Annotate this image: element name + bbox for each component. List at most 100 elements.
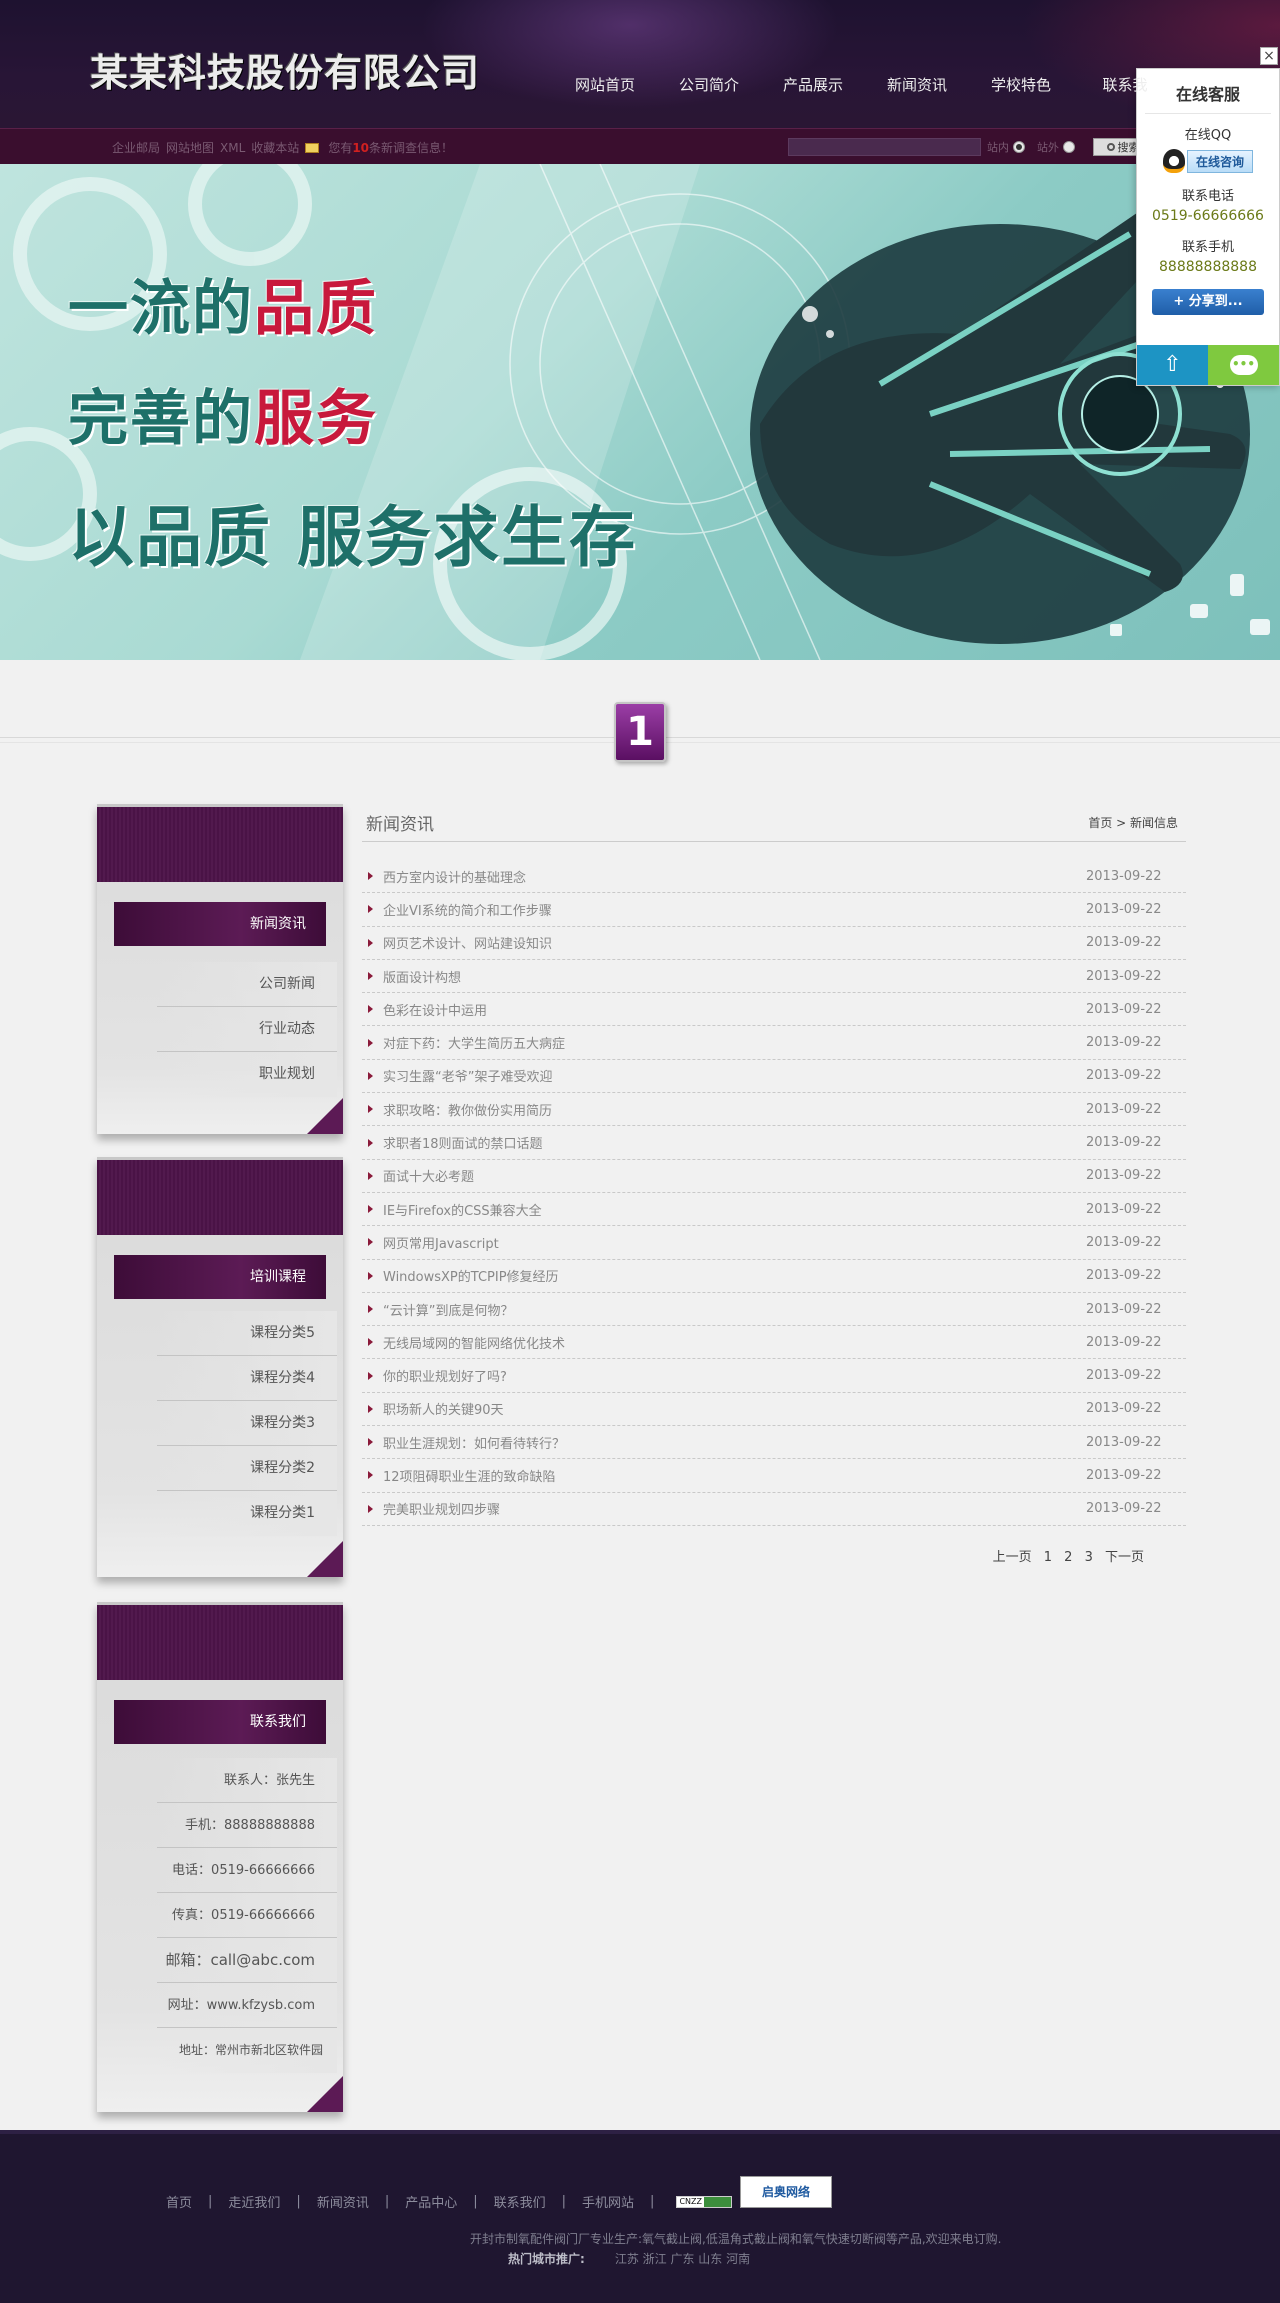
news-row[interactable]: 色彩在设计中运用 2013-09-22 [362, 993, 1186, 1027]
search-input[interactable] [788, 138, 981, 156]
pager-next[interactable]: 下一页 [1105, 1550, 1144, 1565]
news-row[interactable]: 完美职业规划四步骤 2013-09-22 [362, 1493, 1186, 1526]
news-row[interactable]: 版面设计构想 2013-09-22 [362, 960, 1186, 994]
sidebar-item-course-4[interactable]: 课程分类4 [157, 1356, 337, 1401]
hero-banner: 一流的品质 完善的服务 以品质 服务求生存 [0, 164, 1280, 660]
chat-bubble-icon[interactable]: ••• [1208, 345, 1279, 385]
news-row[interactable]: 职场新人的关键90天 2013-09-22 [362, 1393, 1186, 1427]
news-title[interactable]: 企业VI系统的简介和工作步骤 [383, 900, 1086, 919]
news-title[interactable]: 色彩在设计中运用 [383, 1000, 1086, 1019]
news-row[interactable]: 面试十大必考题 2013-09-22 [362, 1160, 1186, 1193]
sidebar-item-course-3[interactable]: 课程分类3 [157, 1401, 337, 1446]
phone-label: 联系电话 [1181, 189, 1234, 204]
news-title[interactable]: 对症下药：大学生简历五大病症 [383, 1033, 1086, 1052]
link-sitemap[interactable]: 网站地图 [166, 139, 214, 156]
qq-consult-button[interactable]: 在线咨询 [1186, 149, 1253, 173]
nav-item-products[interactable]: 产品展示 [761, 74, 865, 95]
nav-item-home[interactable]: 网站首页 [553, 74, 657, 95]
news-title[interactable]: 版面设计构想 [383, 967, 1086, 986]
hot-cities[interactable]: 江苏 浙江 广东 山东 河南 [615, 2252, 750, 2266]
news-row[interactable]: 求职者18则面试的禁口话题 2013-09-22 [362, 1126, 1186, 1160]
bullet-arrow-icon [368, 1071, 373, 1080]
footer-link-about[interactable]: 走近我们 [228, 2192, 280, 2211]
pager-page-1[interactable]: 1 [1044, 1550, 1052, 1565]
news-title[interactable]: 西方室内设计的基础理念 [383, 867, 1086, 886]
news-title[interactable]: WindowsXP的TCPIP修复经历 [383, 1266, 1086, 1285]
news-title[interactable]: IE与Firefox的CSS兼容大全 [383, 1200, 1086, 1219]
footer-link-contact[interactable]: 联系我们 [494, 2192, 546, 2211]
news-row[interactable]: 12项阻碍职业生涯的致命缺陷 2013-09-22 [362, 1459, 1186, 1493]
notice-text[interactable]: 您有10条新调查信息！ [328, 139, 453, 156]
news-row[interactable]: 对症下药：大学生简历五大病症 2013-09-22 [362, 1026, 1186, 1060]
news-title[interactable]: 无线局域网的智能网络优化技术 [383, 1333, 1086, 1352]
footer-link-home[interactable]: 首页 [166, 2192, 192, 2211]
share-button[interactable]: + 分享到... [1152, 289, 1264, 315]
news-title[interactable]: 完美职业规划四步骤 [383, 1499, 1086, 1518]
news-row[interactable]: 实习生露“老爷”架子难受欢迎 2013-09-22 [362, 1060, 1186, 1094]
sidebar-item-industry[interactable]: 行业动态 [157, 1007, 337, 1052]
sidebar-item-company-news[interactable]: 公司新闻 [157, 962, 337, 1007]
news-row[interactable]: 西方室内设计的基础理念 2013-09-22 [362, 860, 1186, 894]
news-title[interactable]: 面试十大必考题 [383, 1166, 1086, 1185]
news-title[interactable]: “云计算”到底是何物？ [383, 1300, 1086, 1319]
news-title[interactable]: 求职攻略：教你做份实用简历 [383, 1100, 1086, 1119]
news-title[interactable]: 实习生露“老爷”架子难受欢迎 [383, 1066, 1086, 1085]
news-row[interactable]: 求职攻略：教你做份实用简历 2013-09-22 [362, 1093, 1186, 1127]
nav-item-features[interactable]: 学校特色 [969, 74, 1073, 95]
pager-page-2[interactable]: 2 [1064, 1550, 1072, 1565]
zoom-logo[interactable]: 启奥网络 [740, 2176, 832, 2208]
site-logo[interactable]: 某某科技股份有限公司 [90, 42, 480, 97]
news-date: 2013-09-22 [1086, 1401, 1162, 1417]
cnzz-badge[interactable]: CNZZ [676, 2195, 733, 2208]
news-title[interactable]: 网页艺术设计、网站建设知识 [383, 933, 1086, 952]
news-title[interactable]: 你的职业规划好了吗? [383, 1366, 1086, 1385]
sidebar-item-course-5[interactable]: 课程分类5 [157, 1311, 337, 1356]
contact-email[interactable]: 邮箱：call@abc.com [157, 1938, 337, 1983]
arrow-up-icon[interactable]: ⇧ [1137, 345, 1208, 385]
news-title[interactable]: 网页常用Javascript [383, 1233, 1086, 1252]
contact-address: 地址：常州市新北区软件园 [157, 2028, 337, 2073]
news-row[interactable]: 无线局域网的智能网络优化技术 2013-09-22 [362, 1326, 1186, 1360]
radio-in[interactable] [1013, 141, 1025, 153]
news-title[interactable]: 12项阻碍职业生涯的致命缺陷 [383, 1466, 1086, 1485]
link-mail[interactable]: 企业邮局 [112, 139, 160, 156]
float-actions: ⇧ ••• [1137, 345, 1279, 385]
qq-consult[interactable]: 在线咨询 [1137, 149, 1279, 173]
sidebar-item-course-1[interactable]: 课程分类1 [157, 1491, 337, 1536]
news-row[interactable]: WindowsXP的TCPIP修复经历 2013-09-22 [362, 1260, 1186, 1293]
breadcrumb[interactable]: 首页 > 新闻信息 [1088, 814, 1178, 831]
news-row[interactable]: 企业VI系统的简介和工作步骤 2013-09-22 [362, 893, 1186, 927]
qq-penguin-icon [1162, 149, 1185, 173]
bullet-arrow-icon [368, 872, 373, 881]
news-date: 2013-09-22 [1086, 868, 1162, 884]
link-xml[interactable]: XML [220, 141, 245, 155]
nav-item-contact[interactable]: 联系我 [1073, 74, 1177, 95]
nav-item-about[interactable]: 公司简介 [657, 74, 761, 95]
main-nav: 网站首页 公司简介 产品展示 新闻资讯 学校特色 联系我 [553, 74, 1177, 95]
footer-link-products[interactable]: 产品中心 [405, 2192, 457, 2211]
news-row[interactable]: “云计算”到底是何物？ 2013-09-22 [362, 1293, 1186, 1327]
news-row[interactable]: 网页常用Javascript 2013-09-22 [362, 1226, 1186, 1260]
pager-page-3[interactable]: 3 [1085, 1550, 1093, 1565]
news-date: 2013-09-22 [1086, 1268, 1162, 1284]
contact-website[interactable]: 网址：www.kfzysb.com [157, 1983, 337, 2028]
footer-link-mobile[interactable]: 手机网站 [582, 2192, 634, 2211]
notice-prefix: 您有 [328, 141, 353, 155]
news-title[interactable]: 职业生涯规划：如何看待转行？ [383, 1433, 1086, 1452]
sidebar-item-career[interactable]: 职业规划 [157, 1052, 337, 1097]
news-title[interactable]: 求职者18则面试的禁口话题 [383, 1133, 1086, 1152]
float-close-button[interactable]: × [1260, 47, 1278, 65]
site-header: 某某科技股份有限公司 网站首页 公司简介 产品展示 新闻资讯 学校特色 联系我 [0, 0, 1280, 128]
news-row[interactable]: 网页艺术设计、网站建设知识 2013-09-22 [362, 927, 1186, 960]
news-row[interactable]: 你的职业规划好了吗? 2013-09-22 [362, 1359, 1186, 1393]
news-title[interactable]: 职场新人的关键90天 [383, 1399, 1086, 1418]
link-favorite[interactable]: 收藏本站 [251, 139, 299, 156]
footer-link-news[interactable]: 新闻资讯 [317, 2192, 369, 2211]
radio-out[interactable] [1063, 141, 1075, 153]
news-row[interactable]: 职业生涯规划：如何看待转行？ 2013-09-22 [362, 1426, 1186, 1460]
nav-item-news[interactable]: 新闻资讯 [865, 74, 969, 95]
news-date: 2013-09-22 [1086, 1501, 1162, 1517]
news-row[interactable]: IE与Firefox的CSS兼容大全 2013-09-22 [362, 1193, 1186, 1227]
sidebar-item-course-2[interactable]: 课程分类2 [157, 1446, 337, 1491]
pager-prev[interactable]: 上一页 [993, 1550, 1032, 1565]
